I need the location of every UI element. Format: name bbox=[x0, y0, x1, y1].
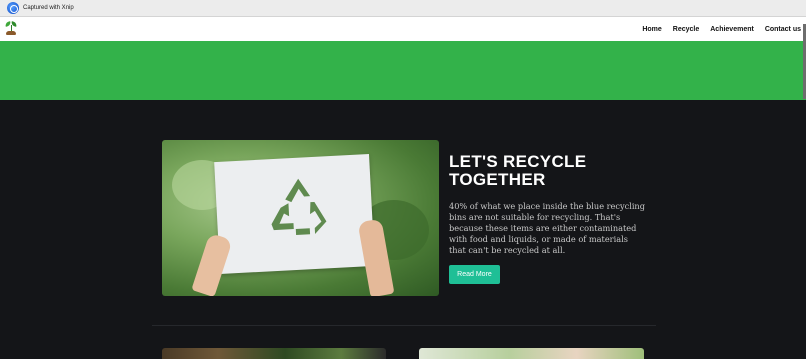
hero-description: 40% of what we place inside the blue rec… bbox=[449, 201, 645, 255]
hero-image bbox=[162, 140, 439, 296]
capture-bar: Captured with Xnip bbox=[0, 0, 806, 17]
plant-thumbnail[interactable] bbox=[419, 348, 644, 359]
hero-title: LET'S RECYCLE TOGETHER bbox=[449, 152, 587, 189]
nav-achievement-link[interactable]: Achievement bbox=[710, 26, 754, 33]
nav-contact-link[interactable]: Contact us bbox=[765, 26, 801, 33]
capture-text: Captured with Xnip bbox=[23, 5, 74, 11]
site-header: Home Recycle Achievement Contact us bbox=[0, 17, 806, 41]
xnip-logo-icon bbox=[7, 2, 19, 14]
green-banner bbox=[0, 41, 806, 100]
recycle-icon bbox=[271, 178, 327, 235]
compost-thumbnail[interactable] bbox=[162, 348, 386, 359]
nav-home-link[interactable]: Home bbox=[642, 26, 661, 33]
paper-sign bbox=[214, 154, 375, 274]
plant-logo-icon[interactable] bbox=[4, 21, 18, 37]
main-nav: Home Recycle Achievement Contact us bbox=[642, 17, 801, 41]
section-divider bbox=[152, 325, 656, 326]
read-more-button[interactable]: Read More bbox=[449, 265, 500, 284]
nav-recycle-link[interactable]: Recycle bbox=[673, 26, 699, 33]
